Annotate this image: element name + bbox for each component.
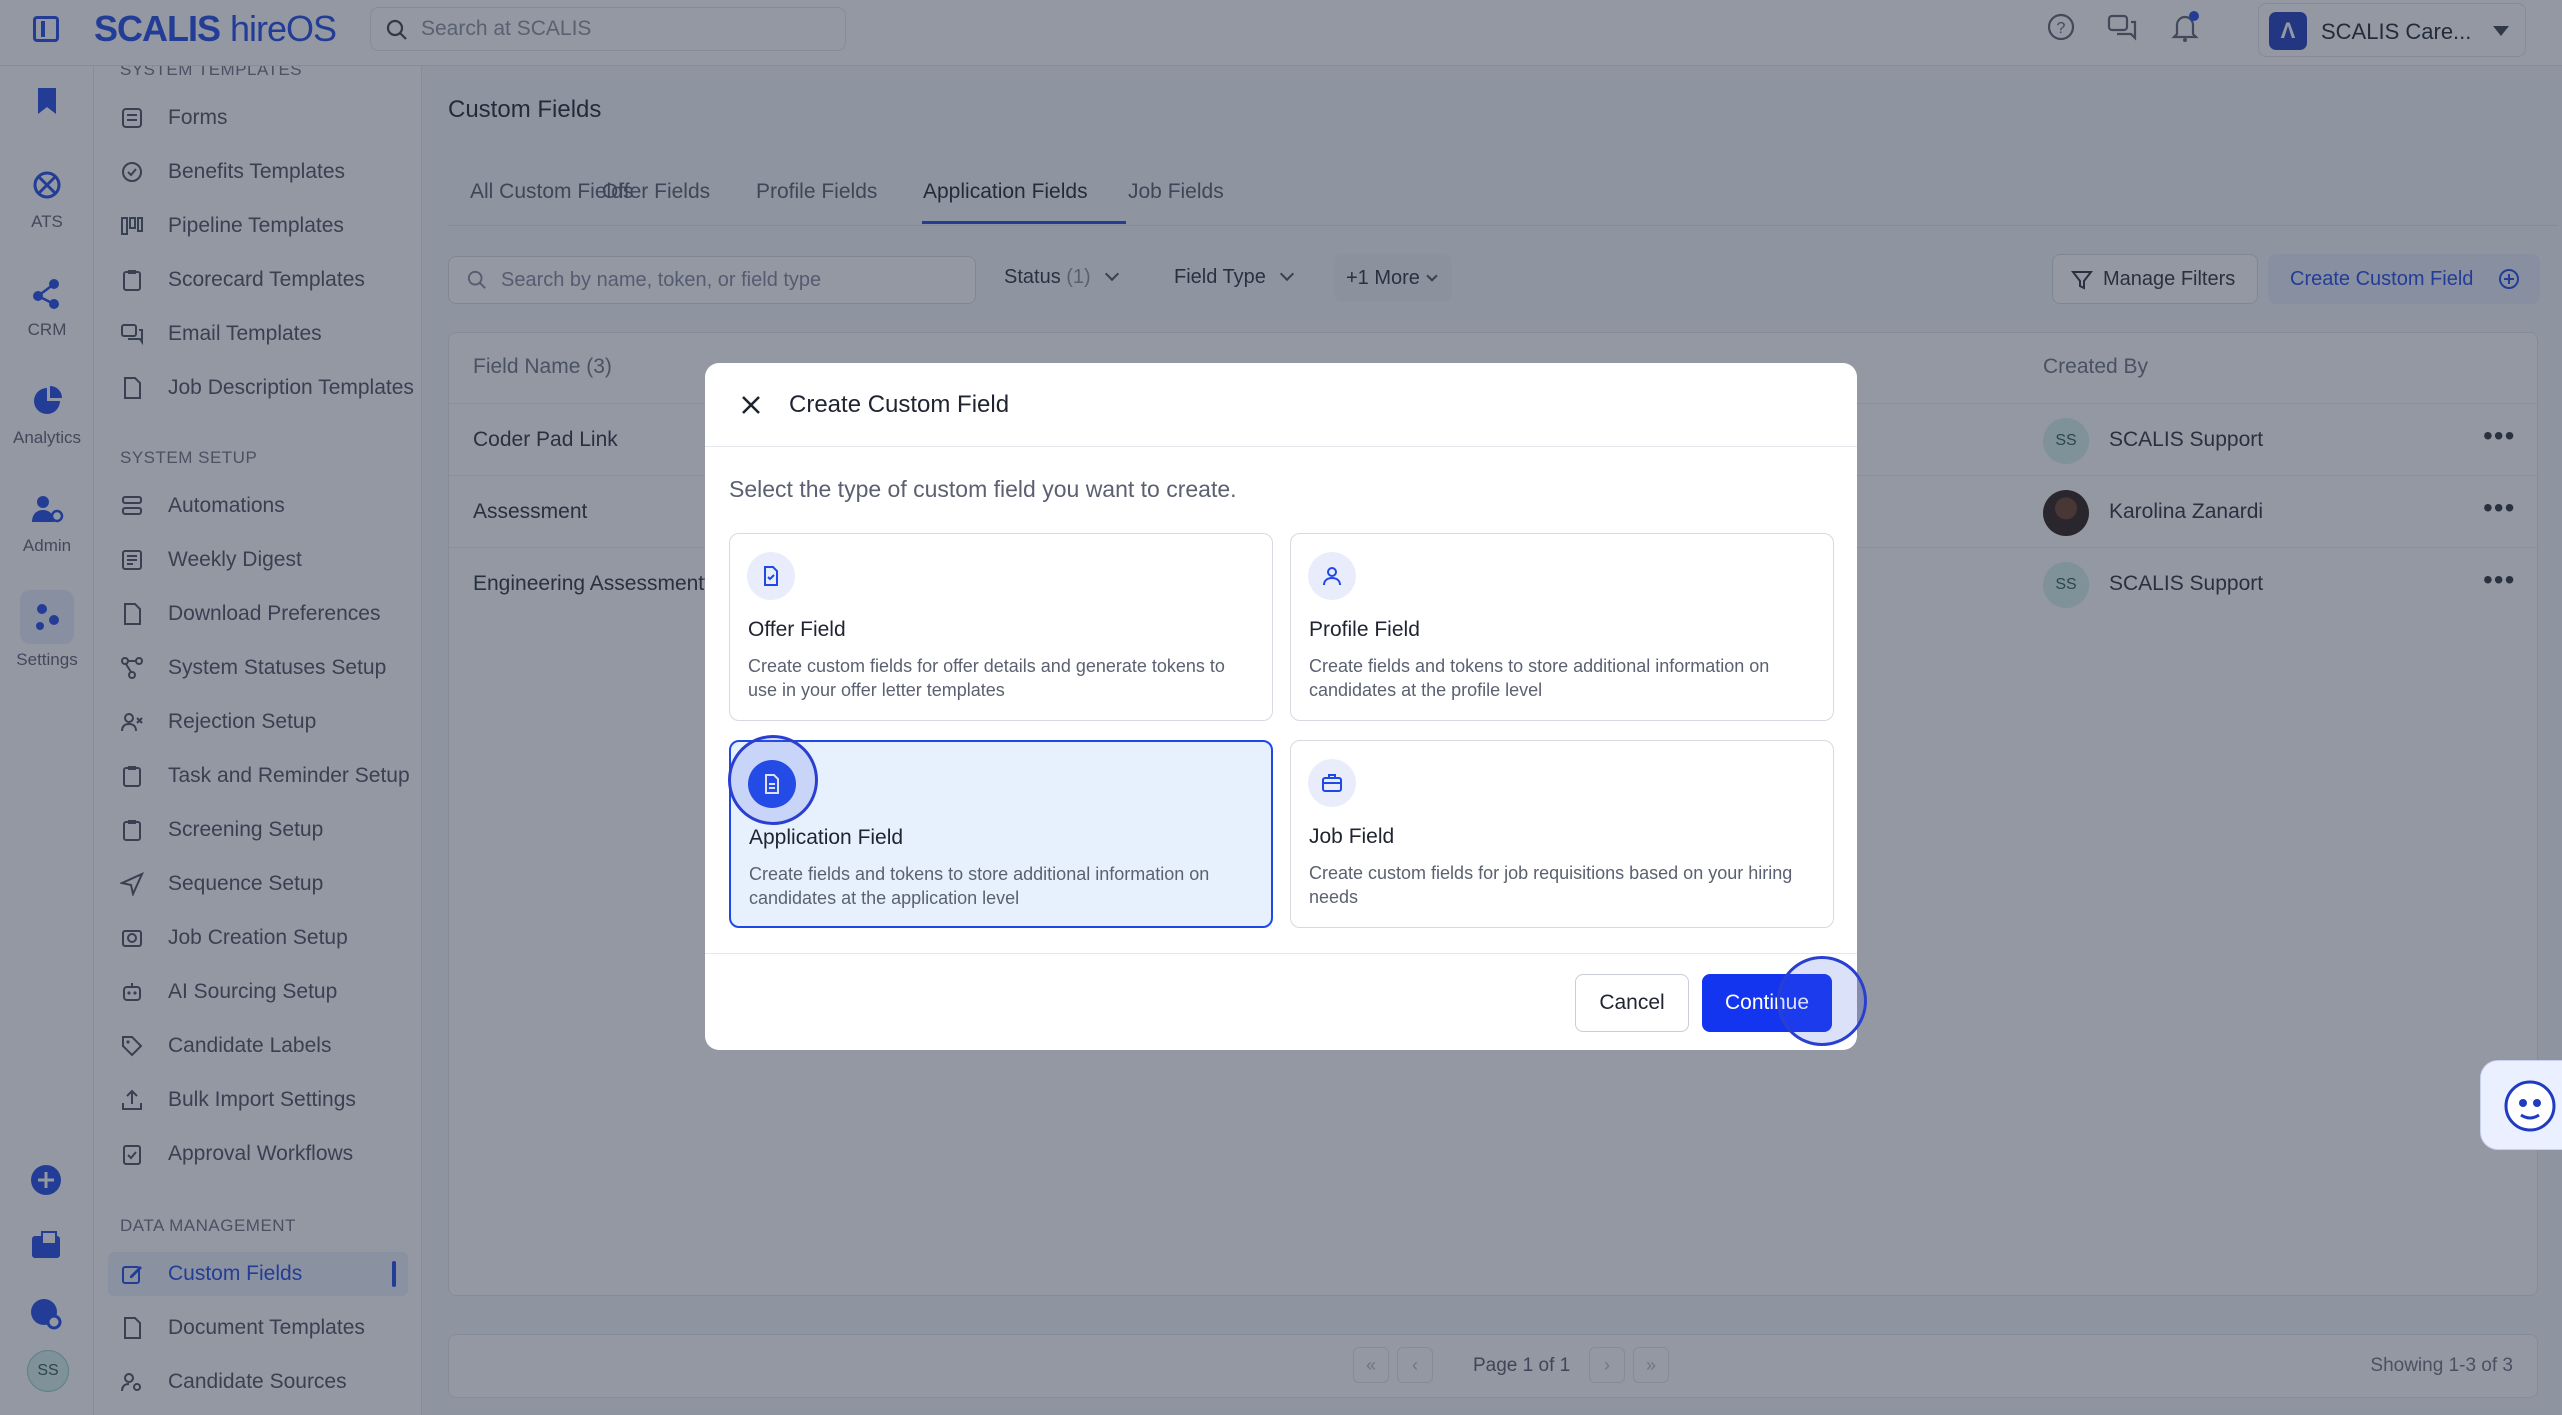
- option-description: Create fields and tokens to store additi…: [1309, 656, 1770, 700]
- modal-description: Select the type of custom field you want…: [729, 476, 1237, 502]
- click-indicator: [1777, 956, 1867, 1046]
- assistant-bot-icon[interactable]: [2480, 1060, 2562, 1150]
- option-offer-field[interactable]: Offer Field Create custom fields for off…: [729, 533, 1273, 721]
- option-description: Create custom fields for offer details a…: [748, 656, 1225, 700]
- option-profile-field[interactable]: Profile Field Create fields and tokens t…: [1290, 533, 1834, 721]
- option-job-field[interactable]: Job Field Create custom fields for job r…: [1290, 740, 1834, 928]
- option-title: Profile Field: [1309, 618, 1420, 641]
- cancel-button[interactable]: Cancel: [1575, 974, 1689, 1032]
- document-icon: [747, 552, 795, 600]
- briefcase-icon: [1308, 759, 1356, 807]
- person-icon: [1308, 552, 1356, 600]
- app-shell: SCALIShireOS Search at SCALIS ? Λ SCALIS…: [0, 0, 2562, 1415]
- modal-header: Create Custom Field: [705, 363, 1857, 447]
- create-custom-field-modal: Create Custom Field Select the type of c…: [705, 363, 1867, 1050]
- option-description: Create fields and tokens to store additi…: [749, 864, 1210, 908]
- modal-footer: Cancel Continue: [705, 953, 1857, 1050]
- close-icon[interactable]: [737, 391, 765, 419]
- click-indicator: [728, 735, 818, 825]
- modal-title: Create Custom Field: [789, 391, 1010, 418]
- option-description: Create custom fields for job requisition…: [1309, 863, 1793, 907]
- option-title: Application Field: [749, 826, 904, 849]
- option-title: Offer Field: [748, 618, 846, 641]
- option-title: Job Field: [1309, 825, 1395, 848]
